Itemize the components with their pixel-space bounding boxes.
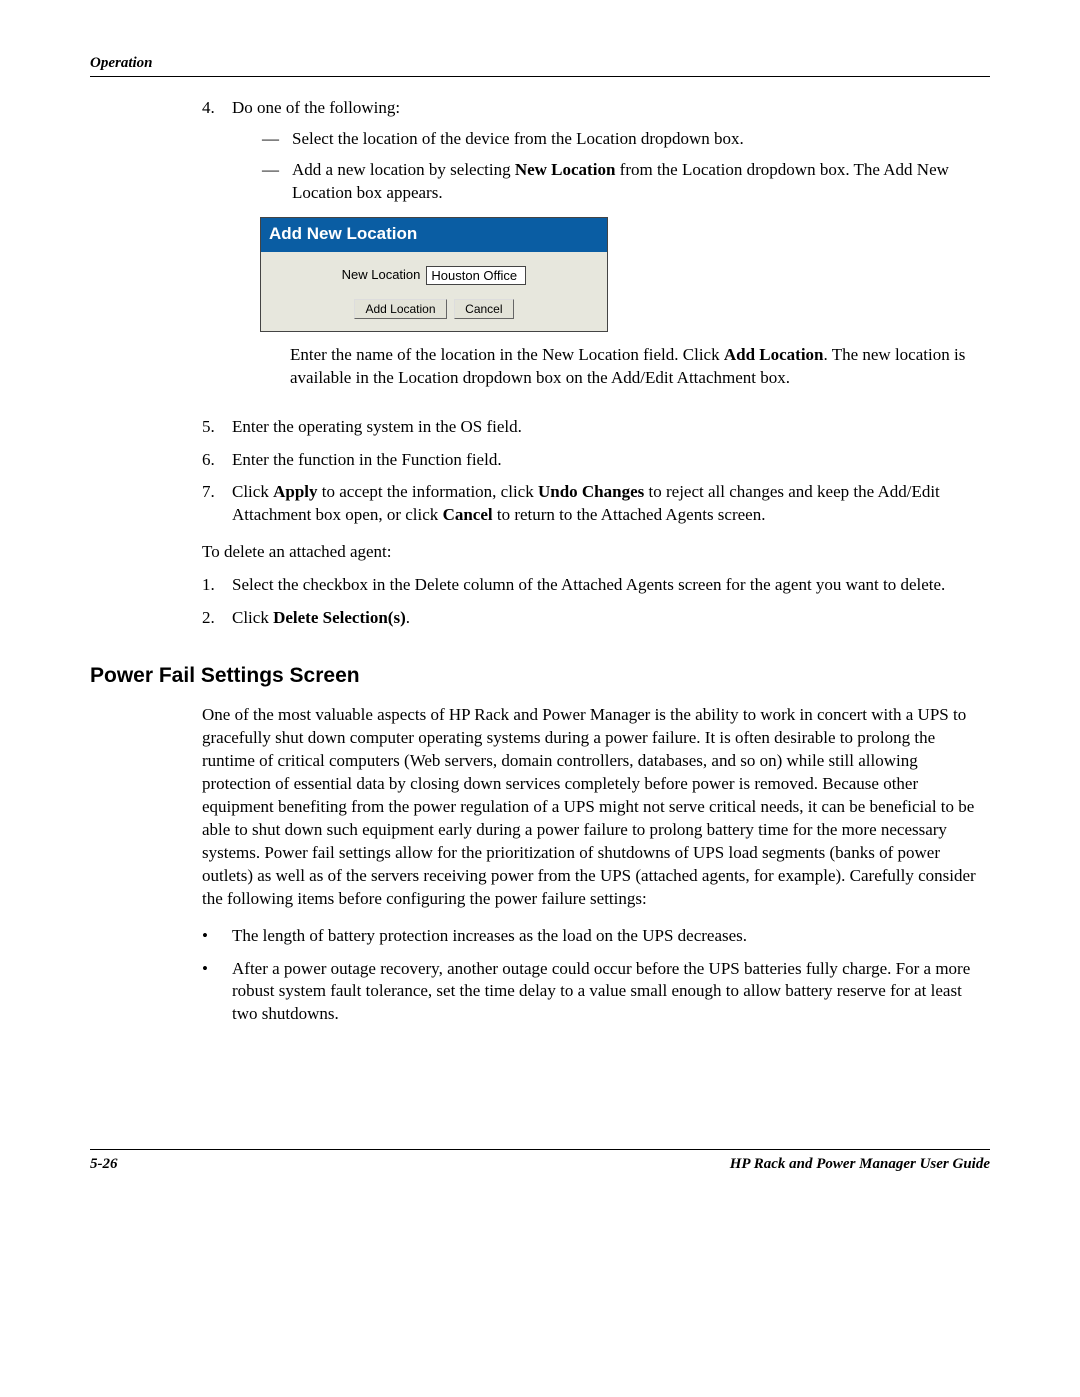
step-5-text: Enter the operating system in the OS fie…: [232, 416, 990, 439]
delete-step-2-post: .: [406, 608, 410, 627]
delete-step-2-pre: Click: [232, 608, 273, 627]
step-7-b2: Undo Changes: [538, 482, 644, 501]
step-7-num: 7.: [202, 481, 232, 527]
delete-step-1-num: 1.: [202, 574, 232, 597]
after-dialog-pre: Enter the name of the location in the Ne…: [290, 345, 724, 364]
step-4-sub-1: — Select the location of the device from…: [262, 128, 990, 151]
step-7-b3: Cancel: [443, 505, 493, 524]
step-7-b1: Apply: [273, 482, 317, 501]
bullet-icon: •: [202, 925, 232, 948]
delete-step-2-num: 2.: [202, 607, 232, 630]
dash-icon: —: [262, 128, 292, 151]
step-7-post: to return to the Attached Agents screen.: [493, 505, 766, 524]
step-7: 7. Click Apply to accept the information…: [202, 481, 990, 527]
after-dialog-bold: Add Location: [724, 345, 824, 364]
add-new-location-dialog: Add New Location New Location Add Locati…: [260, 217, 608, 332]
dash-icon: —: [262, 159, 292, 205]
top-rule: [90, 76, 990, 77]
step-6: 6. Enter the function in the Function fi…: [202, 449, 990, 472]
bullet-2-text: After a power outage recovery, another o…: [232, 958, 990, 1027]
add-location-button[interactable]: Add Location: [354, 299, 446, 319]
bullet-2: • After a power outage recovery, another…: [202, 958, 990, 1027]
new-location-input[interactable]: [426, 266, 526, 285]
step-4-sub-2: — Add a new location by selecting New Lo…: [262, 159, 990, 205]
header-section: Operation: [90, 55, 990, 72]
step-4: 4. Do one of the following: — Select the…: [202, 97, 990, 406]
step-4-num: 4.: [202, 97, 232, 406]
step-4-sub-2-bold: New Location: [515, 160, 616, 179]
delete-step-2: 2. Click Delete Selection(s).: [202, 607, 990, 630]
step-4-text: Do one of the following:: [232, 98, 400, 117]
new-location-label: New Location: [342, 266, 421, 284]
cancel-button[interactable]: Cancel: [454, 299, 513, 319]
step-4-sub-1-text: Select the location of the device from t…: [292, 128, 990, 151]
bullet-1-text: The length of battery protection increas…: [232, 925, 990, 948]
delete-step-1: 1. Select the checkbox in the Delete col…: [202, 574, 990, 597]
step-7-pre: Click: [232, 482, 273, 501]
delete-step-1-text: Select the checkbox in the Delete column…: [232, 574, 990, 597]
dialog-title: Add New Location: [261, 218, 607, 252]
bottom-rule: [90, 1149, 990, 1150]
step-7-mid1: to accept the information, click: [318, 482, 538, 501]
bullet-icon: •: [202, 958, 232, 1027]
delete-step-2-bold: Delete Selection(s): [273, 608, 406, 627]
delete-intro: To delete an attached agent:: [202, 541, 990, 564]
power-fail-heading: Power Fail Settings Screen: [90, 664, 990, 688]
step-4-sub-2-pre: Add a new location by selecting: [292, 160, 515, 179]
step-5-num: 5.: [202, 416, 232, 439]
power-fail-paragraph: One of the most valuable aspects of HP R…: [202, 704, 990, 910]
guide-title: HP Rack and Power Manager User Guide: [730, 1156, 990, 1173]
step-5: 5. Enter the operating system in the OS …: [202, 416, 990, 439]
page-number: 5-26: [90, 1156, 118, 1173]
bullet-1: • The length of battery protection incre…: [202, 925, 990, 948]
step-6-num: 6.: [202, 449, 232, 472]
step-6-text: Enter the function in the Function field…: [232, 449, 990, 472]
